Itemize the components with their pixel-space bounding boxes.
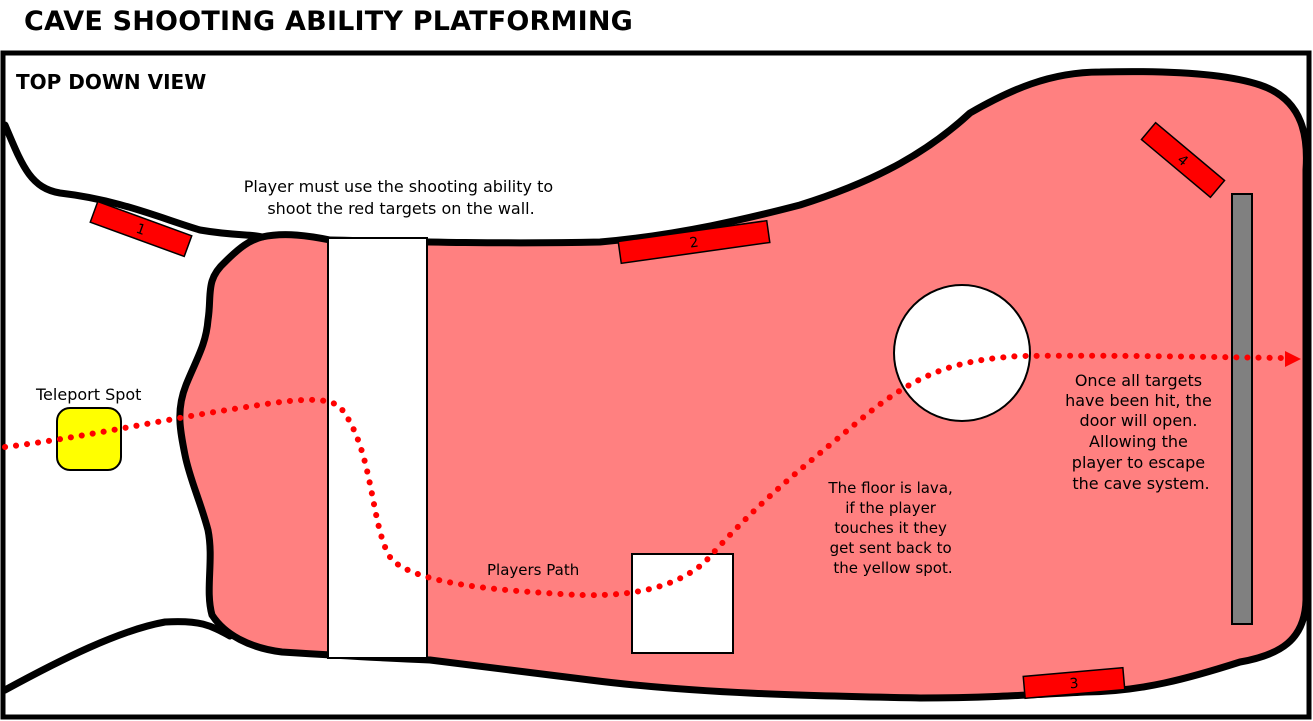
view-label: TOP DOWN VIEW: [16, 70, 206, 94]
svg-text:3: 3: [1069, 676, 1079, 693]
square-platform: [631, 553, 734, 654]
lava-note: The floor is lava, if the player touches…: [827, 479, 957, 577]
cave-diagram: 1 2 3 4 TOP DOWN VIEW Teleport Spot Play…: [0, 50, 1312, 720]
lower-left-wall: [1, 618, 234, 694]
bridge-platform: [327, 237, 428, 659]
round-platform: [893, 284, 1031, 422]
instruction-text: Player must use the shooting ability to …: [244, 177, 558, 218]
path-label: Players Path: [487, 561, 579, 579]
teleport-spot: [56, 407, 122, 471]
exit-door: [1231, 193, 1253, 625]
teleport-label: Teleport Spot: [35, 385, 141, 404]
